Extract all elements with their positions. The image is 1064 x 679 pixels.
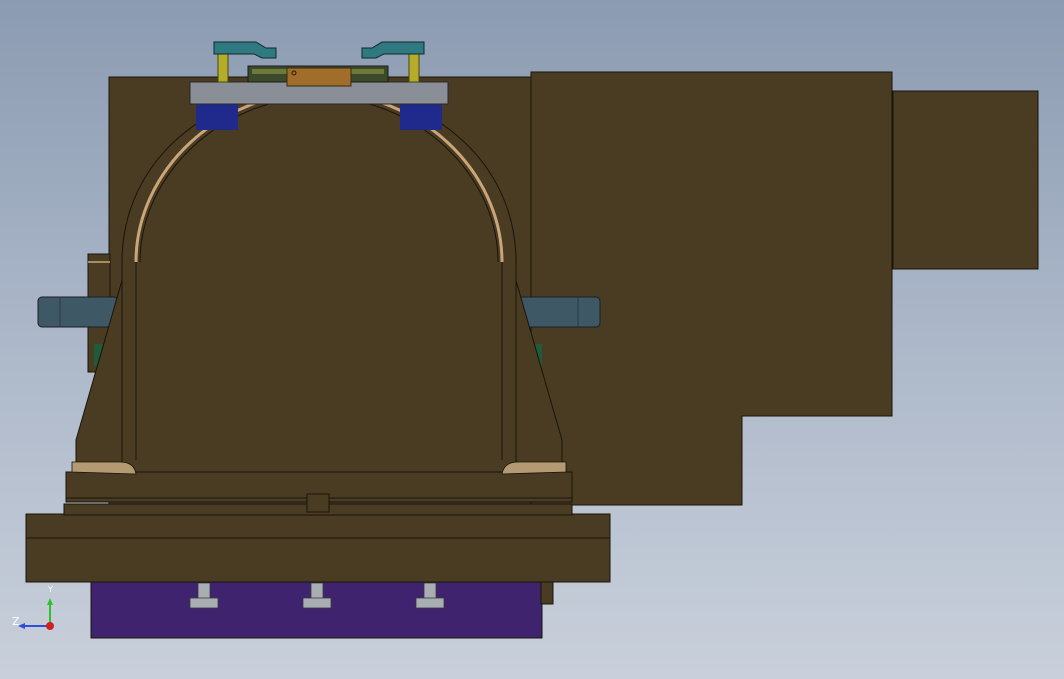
arch-cover [121,87,517,473]
x-axis-origin [46,622,54,630]
y-axis-label: Y [48,585,53,594]
right-side-pin [517,296,601,328]
left-side-pin [37,296,119,328]
center-notch [306,493,330,513]
graphics-viewport[interactable]: Y Z [0,0,1064,679]
orientation-triad: Y Z [8,585,62,640]
cad-model-view[interactable] [0,0,1064,679]
right-foot-fillet [501,461,567,475]
z-axis-label: Z [12,615,20,628]
right-clamp-post [408,53,420,83]
base-mounting-tab [540,581,554,605]
top-center-block [286,67,352,87]
base-plate [25,513,611,583]
right-housing-extension [892,90,1039,270]
left-clamp-post [217,53,229,83]
left-foot-fillet [71,461,137,475]
right-housing-main [530,71,893,506]
